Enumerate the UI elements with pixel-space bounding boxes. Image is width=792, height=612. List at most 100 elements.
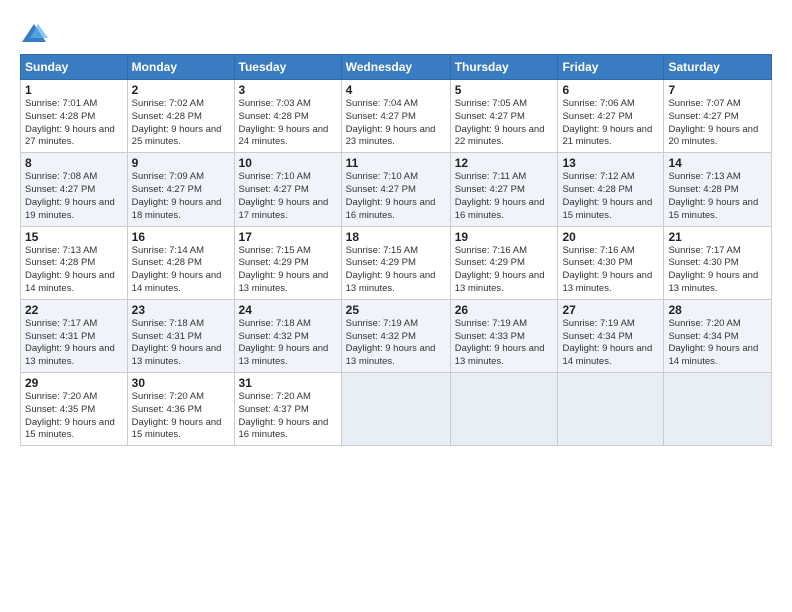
day-number: 25 xyxy=(346,303,446,317)
day-info: Sunrise: 7:20 AMSunset: 4:37 PMDaylight:… xyxy=(239,391,329,440)
calendar-cell: 25 Sunrise: 7:19 AMSunset: 4:32 PMDaylig… xyxy=(341,299,450,372)
day-info: Sunrise: 7:18 AMSunset: 4:31 PMDaylight:… xyxy=(132,318,222,367)
calendar-cell: 9 Sunrise: 7:09 AMSunset: 4:27 PMDayligh… xyxy=(127,153,234,226)
day-info: Sunrise: 7:20 AMSunset: 4:36 PMDaylight:… xyxy=(132,391,222,440)
day-info: Sunrise: 7:11 AMSunset: 4:27 PMDaylight:… xyxy=(455,171,545,220)
header xyxy=(20,16,772,48)
calendar-week-row: 29 Sunrise: 7:20 AMSunset: 4:35 PMDaylig… xyxy=(21,373,772,446)
day-info: Sunrise: 7:08 AMSunset: 4:27 PMDaylight:… xyxy=(25,171,115,220)
calendar-day-header: Friday xyxy=(558,55,664,80)
day-info: Sunrise: 7:18 AMSunset: 4:32 PMDaylight:… xyxy=(239,318,329,367)
calendar-cell: 19 Sunrise: 7:16 AMSunset: 4:29 PMDaylig… xyxy=(450,226,558,299)
calendar-cell xyxy=(558,373,664,446)
calendar-cell: 24 Sunrise: 7:18 AMSunset: 4:32 PMDaylig… xyxy=(234,299,341,372)
day-info: Sunrise: 7:16 AMSunset: 4:30 PMDaylight:… xyxy=(562,245,652,294)
calendar-cell: 29 Sunrise: 7:20 AMSunset: 4:35 PMDaylig… xyxy=(21,373,128,446)
day-number: 29 xyxy=(25,376,123,390)
calendar-day-header: Sunday xyxy=(21,55,128,80)
calendar-day-header: Saturday xyxy=(664,55,772,80)
day-info: Sunrise: 7:17 AMSunset: 4:31 PMDaylight:… xyxy=(25,318,115,367)
calendar-cell: 12 Sunrise: 7:11 AMSunset: 4:27 PMDaylig… xyxy=(450,153,558,226)
day-info: Sunrise: 7:13 AMSunset: 4:28 PMDaylight:… xyxy=(668,171,758,220)
calendar-day-header: Tuesday xyxy=(234,55,341,80)
calendar-cell: 21 Sunrise: 7:17 AMSunset: 4:30 PMDaylig… xyxy=(664,226,772,299)
day-info: Sunrise: 7:04 AMSunset: 4:27 PMDaylight:… xyxy=(346,98,436,147)
day-number: 13 xyxy=(562,156,659,170)
day-info: Sunrise: 7:20 AMSunset: 4:34 PMDaylight:… xyxy=(668,318,758,367)
logo xyxy=(20,20,50,48)
day-number: 24 xyxy=(239,303,337,317)
day-number: 9 xyxy=(132,156,230,170)
day-number: 23 xyxy=(132,303,230,317)
calendar-cell: 23 Sunrise: 7:18 AMSunset: 4:31 PMDaylig… xyxy=(127,299,234,372)
day-info: Sunrise: 7:03 AMSunset: 4:28 PMDaylight:… xyxy=(239,98,329,147)
calendar-cell: 22 Sunrise: 7:17 AMSunset: 4:31 PMDaylig… xyxy=(21,299,128,372)
day-info: Sunrise: 7:06 AMSunset: 4:27 PMDaylight:… xyxy=(562,98,652,147)
calendar-cell: 16 Sunrise: 7:14 AMSunset: 4:28 PMDaylig… xyxy=(127,226,234,299)
day-info: Sunrise: 7:05 AMSunset: 4:27 PMDaylight:… xyxy=(455,98,545,147)
day-number: 21 xyxy=(668,230,767,244)
page: SundayMondayTuesdayWednesdayThursdayFrid… xyxy=(0,0,792,612)
day-info: Sunrise: 7:15 AMSunset: 4:29 PMDaylight:… xyxy=(239,245,329,294)
calendar-cell xyxy=(664,373,772,446)
calendar-cell: 5 Sunrise: 7:05 AMSunset: 4:27 PMDayligh… xyxy=(450,80,558,153)
day-info: Sunrise: 7:19 AMSunset: 4:33 PMDaylight:… xyxy=(455,318,545,367)
day-info: Sunrise: 7:10 AMSunset: 4:27 PMDaylight:… xyxy=(239,171,329,220)
calendar-cell: 14 Sunrise: 7:13 AMSunset: 4:28 PMDaylig… xyxy=(664,153,772,226)
day-number: 8 xyxy=(25,156,123,170)
day-number: 31 xyxy=(239,376,337,390)
calendar-week-row: 8 Sunrise: 7:08 AMSunset: 4:27 PMDayligh… xyxy=(21,153,772,226)
day-number: 18 xyxy=(346,230,446,244)
calendar-cell: 11 Sunrise: 7:10 AMSunset: 4:27 PMDaylig… xyxy=(341,153,450,226)
day-info: Sunrise: 7:15 AMSunset: 4:29 PMDaylight:… xyxy=(346,245,436,294)
calendar-week-row: 1 Sunrise: 7:01 AMSunset: 4:28 PMDayligh… xyxy=(21,80,772,153)
calendar-cell: 28 Sunrise: 7:20 AMSunset: 4:34 PMDaylig… xyxy=(664,299,772,372)
calendar-cell: 4 Sunrise: 7:04 AMSunset: 4:27 PMDayligh… xyxy=(341,80,450,153)
calendar-day-header: Wednesday xyxy=(341,55,450,80)
day-number: 4 xyxy=(346,83,446,97)
calendar-cell: 10 Sunrise: 7:10 AMSunset: 4:27 PMDaylig… xyxy=(234,153,341,226)
calendar-cell: 27 Sunrise: 7:19 AMSunset: 4:34 PMDaylig… xyxy=(558,299,664,372)
calendar-cell: 8 Sunrise: 7:08 AMSunset: 4:27 PMDayligh… xyxy=(21,153,128,226)
calendar-header-row: SundayMondayTuesdayWednesdayThursdayFrid… xyxy=(21,55,772,80)
calendar-cell: 26 Sunrise: 7:19 AMSunset: 4:33 PMDaylig… xyxy=(450,299,558,372)
calendar-cell: 15 Sunrise: 7:13 AMSunset: 4:28 PMDaylig… xyxy=(21,226,128,299)
day-number: 6 xyxy=(562,83,659,97)
day-number: 15 xyxy=(25,230,123,244)
day-info: Sunrise: 7:19 AMSunset: 4:32 PMDaylight:… xyxy=(346,318,436,367)
day-info: Sunrise: 7:20 AMSunset: 4:35 PMDaylight:… xyxy=(25,391,115,440)
calendar-cell: 31 Sunrise: 7:20 AMSunset: 4:37 PMDaylig… xyxy=(234,373,341,446)
calendar-day-header: Thursday xyxy=(450,55,558,80)
day-info: Sunrise: 7:01 AMSunset: 4:28 PMDaylight:… xyxy=(25,98,115,147)
calendar-table: SundayMondayTuesdayWednesdayThursdayFrid… xyxy=(20,54,772,446)
day-info: Sunrise: 7:07 AMSunset: 4:27 PMDaylight:… xyxy=(668,98,758,147)
day-number: 3 xyxy=(239,83,337,97)
day-number: 11 xyxy=(346,156,446,170)
day-number: 20 xyxy=(562,230,659,244)
day-number: 28 xyxy=(668,303,767,317)
day-number: 22 xyxy=(25,303,123,317)
day-number: 7 xyxy=(668,83,767,97)
calendar-cell: 20 Sunrise: 7:16 AMSunset: 4:30 PMDaylig… xyxy=(558,226,664,299)
day-number: 14 xyxy=(668,156,767,170)
day-number: 16 xyxy=(132,230,230,244)
day-number: 30 xyxy=(132,376,230,390)
calendar-week-row: 22 Sunrise: 7:17 AMSunset: 4:31 PMDaylig… xyxy=(21,299,772,372)
calendar-cell xyxy=(450,373,558,446)
day-info: Sunrise: 7:12 AMSunset: 4:28 PMDaylight:… xyxy=(562,171,652,220)
calendar-cell xyxy=(341,373,450,446)
calendar-cell: 3 Sunrise: 7:03 AMSunset: 4:28 PMDayligh… xyxy=(234,80,341,153)
logo-icon xyxy=(20,20,48,48)
day-info: Sunrise: 7:10 AMSunset: 4:27 PMDaylight:… xyxy=(346,171,436,220)
calendar-cell: 17 Sunrise: 7:15 AMSunset: 4:29 PMDaylig… xyxy=(234,226,341,299)
day-number: 2 xyxy=(132,83,230,97)
day-info: Sunrise: 7:14 AMSunset: 4:28 PMDaylight:… xyxy=(132,245,222,294)
day-info: Sunrise: 7:17 AMSunset: 4:30 PMDaylight:… xyxy=(668,245,758,294)
calendar-day-header: Monday xyxy=(127,55,234,80)
calendar-cell: 13 Sunrise: 7:12 AMSunset: 4:28 PMDaylig… xyxy=(558,153,664,226)
calendar-cell: 6 Sunrise: 7:06 AMSunset: 4:27 PMDayligh… xyxy=(558,80,664,153)
day-number: 26 xyxy=(455,303,554,317)
day-number: 27 xyxy=(562,303,659,317)
calendar-cell: 1 Sunrise: 7:01 AMSunset: 4:28 PMDayligh… xyxy=(21,80,128,153)
day-number: 19 xyxy=(455,230,554,244)
